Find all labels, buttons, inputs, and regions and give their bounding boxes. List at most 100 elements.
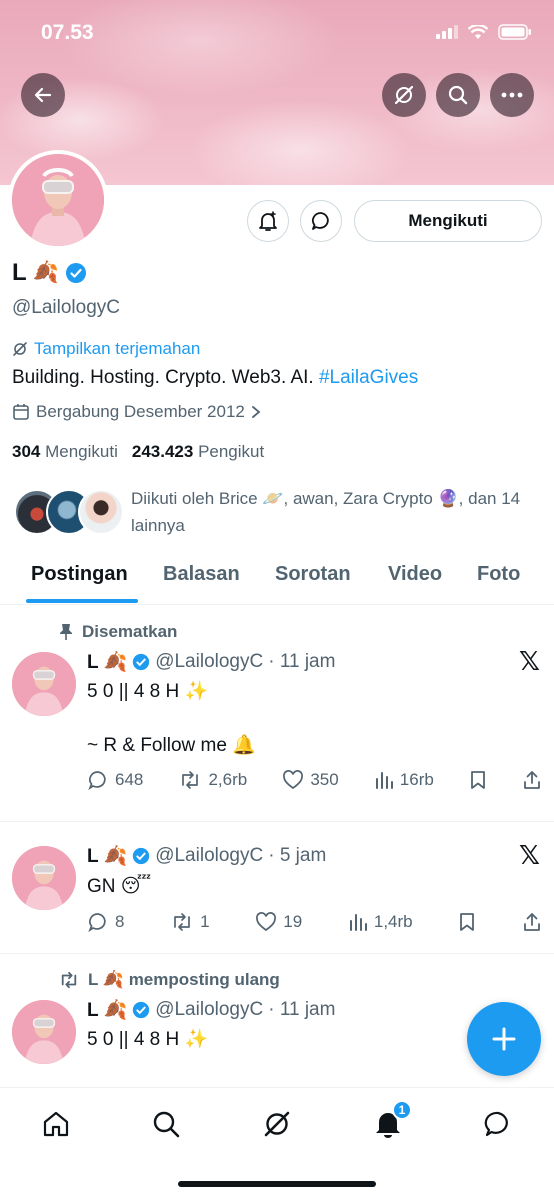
repost-count: 1 [200,912,210,931]
tab-replies[interactable]: Balasan [163,563,240,586]
message-button[interactable] [300,200,342,242]
tab-posts[interactable]: Postingan [31,563,128,586]
views-icon [375,772,393,789]
tab-video[interactable]: Video [388,563,442,586]
reply-count: 648 [115,770,144,789]
chat-bubble-icon [484,1111,508,1137]
tab-highlights[interactable]: Sorotan [275,563,351,586]
post-header: L 🍂 @LailologyC · 11 jam [87,998,335,1022]
followers-count: 243.423 [131,442,194,461]
post-author-name[interactable]: L 🍂 [87,998,127,1022]
profile-stats: 304 Mengikuti 243.423 Pengikut [12,442,264,462]
views-button[interactable]: 1,4rb [348,912,413,932]
post-item[interactable]: L 🍂 @LailologyC · 5 jam 𝕏 GN 😴 8 1 19 1,… [0,822,554,954]
repost-button[interactable]: 1 [170,912,210,932]
joined-label: Bergabung Desember 2012 [36,402,245,421]
repost-button[interactable]: 2,6rb [178,770,247,790]
translate-link[interactable]: Tampilkan terjemahan [12,339,200,359]
following-label: Mengikuti [45,442,118,461]
like-button[interactable]: 350 [282,770,339,790]
avatar-illustration [12,1000,76,1064]
translate-label: Tampilkan terjemahan [34,339,201,358]
post-actions: 8 1 19 1,4rb [87,911,542,933]
following-button[interactable]: Mengikuti [354,200,542,242]
post-time: · 5 jam [268,845,327,866]
bio-hashtag[interactable]: #LailaGives [319,367,418,388]
more-icon [501,92,523,98]
share-icon [524,771,540,789]
profile-tabs: Postingan Balasan Sorotan Video Foto [0,555,554,605]
home-icon [43,1111,69,1137]
repost-icon [174,913,190,931]
heart-icon [256,912,277,932]
search-button[interactable] [436,73,480,117]
x-logo-icon: 𝕏 [519,840,540,870]
joined-date[interactable]: Bergabung Desember 2012 [12,402,261,422]
verified-badge-icon [133,653,150,671]
reply-button[interactable]: 8 [87,911,124,933]
share-icon [524,913,540,931]
wifi-icon [468,24,488,39]
pin-icon [60,624,72,640]
post-header: L 🍂 @LailologyC · 5 jam [87,844,326,868]
more-button[interactable] [490,73,534,117]
pinned-label: Disematkan [58,622,177,642]
post-author-name[interactable]: L 🍂 [87,844,127,868]
reply-icon [88,771,106,791]
post-time: · 11 jam [268,999,336,1020]
bell-plus-icon [259,211,277,231]
post-avatar[interactable] [12,846,76,910]
profile-name-row: L 🍂 [12,259,87,287]
tab-photos[interactable]: Foto [477,563,520,586]
bookmark-button[interactable] [469,770,487,790]
post-avatar[interactable] [12,652,76,716]
post-author-handle[interactable]: @LailologyC [155,651,263,673]
share-button[interactable] [522,770,542,790]
post-avatar[interactable] [12,1000,76,1064]
reply-button[interactable]: 648 [87,769,143,791]
grok-icon [394,85,414,105]
post-author-handle[interactable]: @LailologyC [155,845,263,867]
bookmark-button[interactable] [458,912,476,932]
like-count: 350 [310,770,339,789]
bio-text: Building. Hosting. Crypto. Web3. AI. [12,367,319,388]
post-actions: 648 2,6rb 350 16rb [87,769,542,791]
avatar-illustration [12,846,76,910]
verified-badge-icon [133,1001,150,1019]
following-stat[interactable]: 304 Mengikuti [12,442,118,462]
home-indicator [178,1181,376,1187]
nav-notifications[interactable]: 1 [368,1100,412,1144]
mutual-followers-avatars[interactable] [14,489,124,535]
nav-grok[interactable] [257,1104,297,1144]
compose-button[interactable] [467,1002,541,1076]
profile-avatar[interactable] [8,150,108,250]
nav-search[interactable] [146,1104,186,1144]
post-time: · 11 jam [268,651,336,672]
notify-button[interactable] [247,200,289,242]
followed-by-text[interactable]: Diikuti oleh Brice 🪐, awan, Zara Crypto … [131,485,531,539]
back-button[interactable] [21,73,65,117]
nav-messages[interactable] [478,1104,518,1144]
post-item[interactable]: Disematkan L 🍂 @LailologyC · 11 jam 𝕏 5 … [0,606,554,822]
share-button[interactable] [522,912,542,932]
grok-button[interactable] [382,73,426,117]
search-icon [153,1111,180,1138]
repost-count: 2,6rb [208,770,248,789]
followers-stat[interactable]: 243.423 Pengikut [132,442,264,462]
post-author-handle[interactable]: @LailologyC [155,999,263,1021]
nav-home[interactable] [36,1104,76,1144]
chevron-right-icon [251,406,261,418]
search-icon [448,85,468,105]
arrow-left-icon [34,87,52,103]
chat-bubble-icon [312,212,329,230]
bookmark-icon [460,913,475,931]
verified-badge-icon [65,263,86,283]
post-header: L 🍂 @LailologyC · 11 jam [87,650,335,674]
like-button[interactable]: 19 [255,912,302,932]
post-author-name[interactable]: L 🍂 [87,650,127,674]
views-icon [349,914,367,931]
views-button[interactable]: 16rb [374,770,434,790]
grok-small-icon [13,342,27,356]
following-count: 304 [12,442,41,461]
views-count: 16rb [399,770,434,789]
